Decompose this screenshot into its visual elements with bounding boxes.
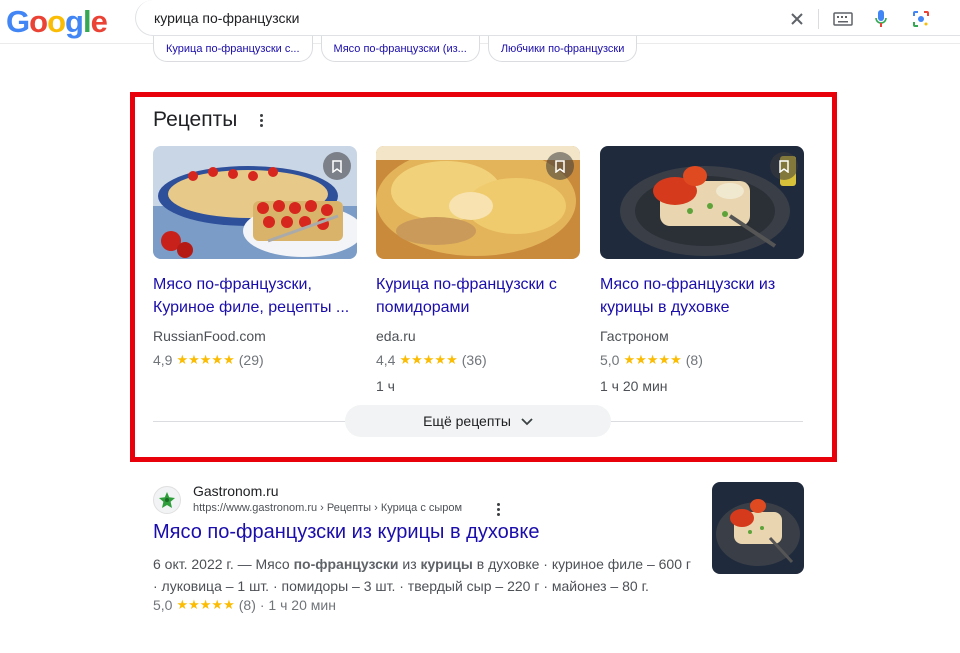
- recipe-card[interactable]: Курица по-французски с помидорами eda.ru…: [376, 146, 580, 394]
- chip[interactable]: Мясо по-французски (из...: [320, 36, 480, 62]
- voice-search-icon[interactable]: [870, 8, 892, 30]
- star-icons: ★★★★★: [176, 597, 235, 612]
- cook-time: · 1 ч 20 мин: [259, 597, 336, 613]
- result-menu-icon[interactable]: [497, 503, 500, 516]
- recipe-title[interactable]: Мясо по-французски, Куриное филе, рецепт…: [153, 273, 357, 319]
- recipe-image[interactable]: [600, 146, 804, 259]
- site-url[interactable]: https://www.gastronom.ru › Рецепты › Кур…: [193, 502, 462, 514]
- rating-value: 5,0: [600, 352, 620, 368]
- recipe-rating: 5,0 ★★★★★ (8): [600, 352, 804, 368]
- result-snippet: 6 окт. 2022 г. — Мясо по-французски из к…: [153, 556, 691, 594]
- site-favicon-icon[interactable]: [153, 486, 181, 514]
- bookmark-icon[interactable]: [770, 152, 798, 180]
- bookmark-icon[interactable]: [323, 152, 351, 180]
- rating-count: (8): [685, 352, 703, 368]
- recipe-source: Гастроном: [600, 328, 669, 344]
- logo-letter: e: [90, 4, 108, 39]
- logo-letter: l: [82, 4, 92, 39]
- cook-time: 1 ч: [376, 378, 395, 394]
- chip[interactable]: Курица по-французски с...: [153, 36, 313, 62]
- bookmark-icon[interactable]: [546, 152, 574, 180]
- logo-letter: o: [29, 4, 48, 39]
- more-recipes-label: Ещё рецепты: [423, 413, 511, 429]
- chevron-down-icon: [521, 413, 533, 429]
- rating-value: 5,0: [153, 597, 173, 613]
- recipe-image[interactable]: [376, 146, 580, 259]
- result-title[interactable]: Мясо по-французски из курицы в духовке: [153, 521, 539, 544]
- cook-time: 1 ч 20 мин: [600, 378, 668, 394]
- recipe-title[interactable]: Мясо по-французски из курицы в духовке: [600, 273, 804, 319]
- more-options-icon[interactable]: [254, 110, 268, 130]
- rating-count: (8): [238, 597, 256, 613]
- chip[interactable]: Любчики по-французски: [487, 36, 638, 62]
- keyboard-icon[interactable]: [832, 8, 854, 30]
- clear-icon[interactable]: [786, 8, 808, 30]
- site-name[interactable]: Gastronom.ru: [193, 483, 279, 499]
- logo-letter: o: [47, 4, 66, 39]
- star-icons: ★★★★★: [399, 352, 458, 367]
- google-logo[interactable]: Google: [6, 4, 108, 40]
- search-input[interactable]: [154, 10, 754, 26]
- recipe-image[interactable]: [153, 146, 357, 259]
- result-rating: 5,0 ★★★★★ (8) · 1 ч 20 мин: [153, 597, 336, 613]
- recipe-card[interactable]: Мясо по-французски, Куриное филе, рецепт…: [153, 146, 357, 368]
- related-chips: Курица по-французски с... Мясо по-францу…: [153, 36, 638, 62]
- rating-count: (36): [461, 352, 487, 368]
- recipe-title[interactable]: Курица по-французски с помидорами: [376, 273, 580, 319]
- star-icons: ★★★★★: [176, 352, 235, 367]
- recipe-rating: 4,9 ★★★★★ (29): [153, 352, 357, 368]
- recipe-source: RussianFood.com: [153, 328, 266, 344]
- divider: [818, 9, 819, 29]
- lens-icon[interactable]: [910, 8, 932, 30]
- logo-letter: g: [65, 4, 84, 39]
- recipe-card[interactable]: Мясо по-французски из курицы в духовке Г…: [600, 146, 804, 394]
- rating-count: (29): [238, 352, 264, 368]
- recipe-source: eda.ru: [376, 328, 416, 344]
- rating-value: 4,4: [376, 352, 396, 368]
- more-recipes-button[interactable]: Ещё рецепты: [345, 405, 611, 437]
- recipes-heading: Рецепты: [153, 108, 238, 131]
- recipe-rating: 4,4 ★★★★★ (36): [376, 352, 580, 368]
- result-thumbnail[interactable]: [712, 482, 804, 574]
- star-icons: ★★★★★: [623, 352, 682, 367]
- rating-value: 4,9: [153, 352, 173, 368]
- logo-letter: G: [6, 4, 30, 39]
